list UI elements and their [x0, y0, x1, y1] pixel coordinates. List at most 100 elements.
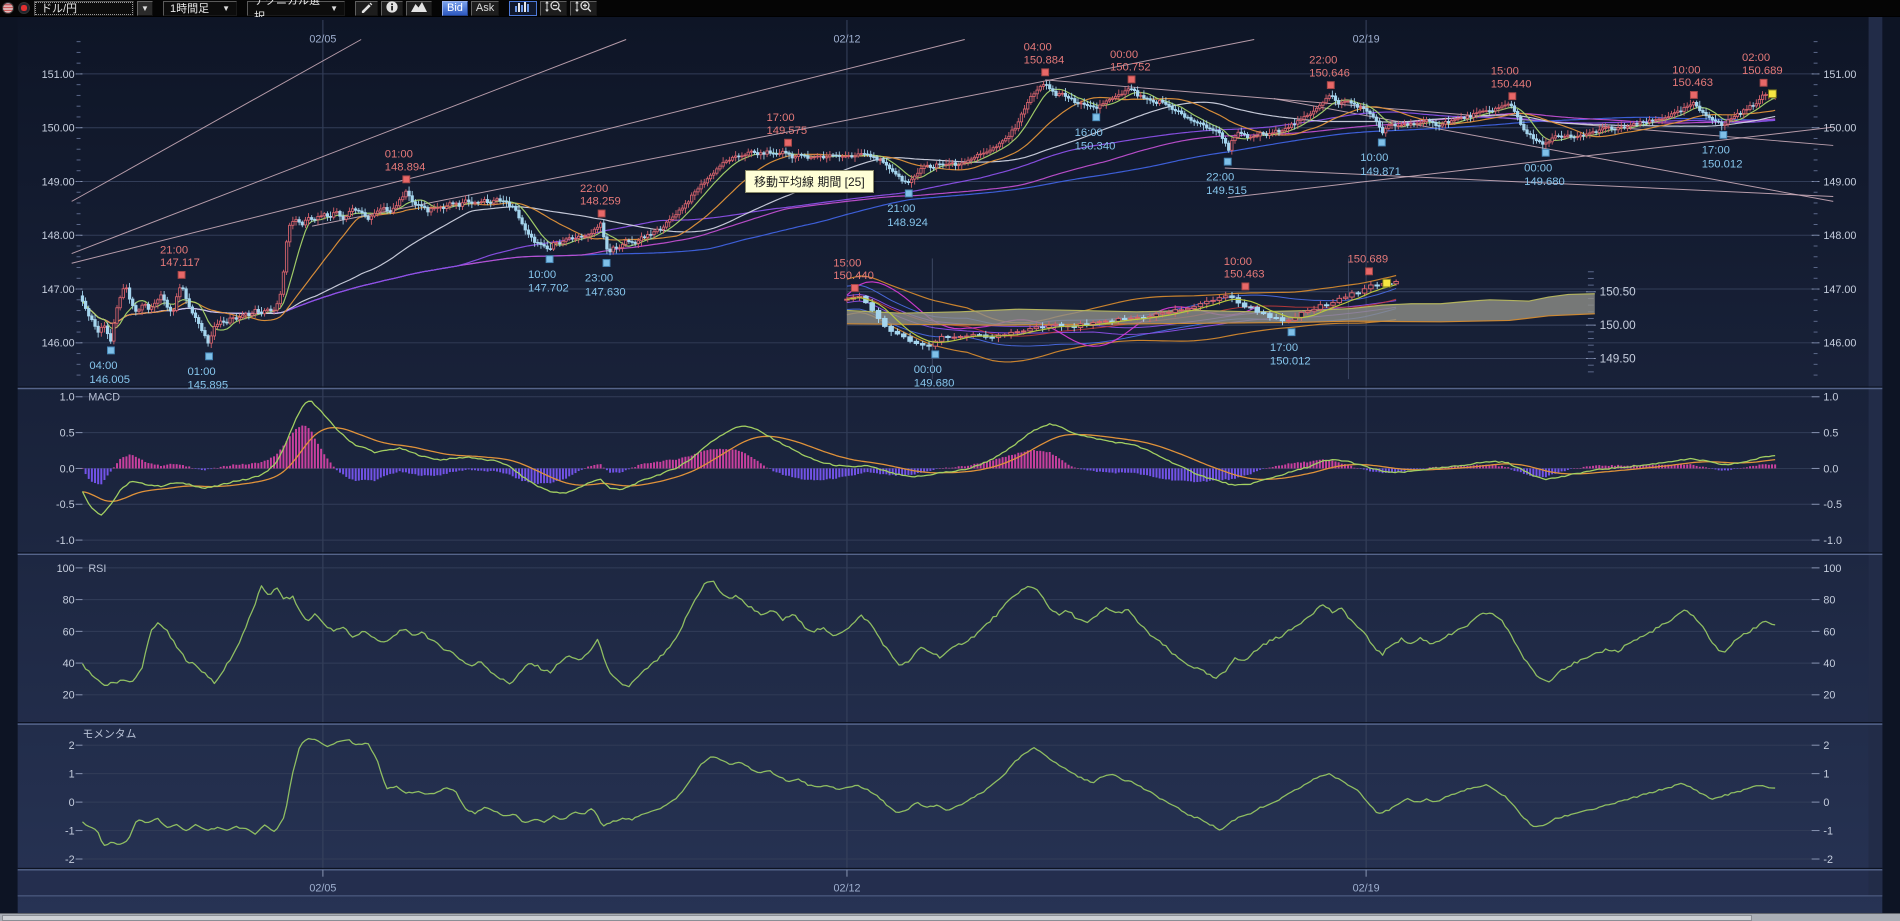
- us-flag-icon: [2, 2, 14, 14]
- scrollbar-thumb[interactable]: [2, 915, 1752, 921]
- svg-text:146.00: 146.00: [1823, 338, 1856, 350]
- svg-text:80: 80: [1823, 595, 1835, 607]
- svg-text:01:00: 01:00: [385, 149, 413, 161]
- chart-area[interactable]: 151.00151.00150.00150.00149.00149.00148.…: [0, 17, 1900, 913]
- currency-pair-dropdown-button[interactable]: ▼: [137, 1, 153, 16]
- svg-text:2: 2: [69, 740, 75, 752]
- svg-text:147.630: 147.630: [585, 286, 626, 298]
- zoom-out-vertical-button[interactable]: [540, 1, 567, 16]
- svg-text:149.515: 149.515: [1206, 185, 1247, 197]
- svg-text:151.00: 151.00: [42, 69, 75, 81]
- svg-text:150.646: 150.646: [1309, 67, 1350, 79]
- svg-text:15:00: 15:00: [833, 257, 861, 269]
- svg-text:-0.5: -0.5: [56, 499, 75, 511]
- svg-text:0.0: 0.0: [60, 463, 75, 475]
- toolbar: ドル/円 ▼ 1時間足 ▼ テクニカル選択 ▼: [0, 0, 1900, 17]
- svg-text:150.689: 150.689: [1347, 253, 1388, 265]
- chevron-down-icon: ▼: [222, 4, 230, 13]
- svg-text:149.50: 149.50: [1600, 352, 1636, 365]
- chevron-down-icon: ▼: [330, 4, 338, 13]
- current-price-marker: [1768, 90, 1776, 98]
- svg-text:00:00: 00:00: [914, 364, 942, 376]
- svg-text:100: 100: [1823, 563, 1841, 575]
- svg-text:146.00: 146.00: [42, 338, 75, 350]
- svg-text:149.871: 149.871: [1360, 166, 1401, 178]
- svg-text:148.00: 148.00: [42, 230, 75, 242]
- svg-text:150.012: 150.012: [1270, 356, 1311, 368]
- svg-text:1: 1: [69, 769, 75, 781]
- svg-text:10:00: 10:00: [1360, 152, 1388, 164]
- svg-text:16:00: 16:00: [1075, 127, 1103, 139]
- zoom-in-vertical-button[interactable]: [570, 1, 597, 16]
- volume-bars-button[interactable]: [509, 1, 537, 16]
- info-button[interactable]: [381, 1, 403, 16]
- ask-button[interactable]: Ask: [471, 1, 499, 16]
- svg-text:150.463: 150.463: [1224, 269, 1265, 281]
- svg-text:0: 0: [69, 797, 75, 809]
- draw-tool-button[interactable]: [355, 1, 378, 16]
- svg-text:60: 60: [63, 626, 75, 638]
- fx-chart-window: ドル/円 ▼ 1時間足 ▼ テクニカル選択 ▼: [0, 0, 1900, 921]
- svg-text:147.00: 147.00: [1823, 284, 1856, 296]
- svg-text:150.440: 150.440: [833, 270, 874, 282]
- svg-text:150.00: 150.00: [1600, 319, 1636, 332]
- svg-text:17:00: 17:00: [766, 112, 794, 124]
- svg-text:0: 0: [1823, 797, 1829, 809]
- svg-text:150.752: 150.752: [1110, 62, 1151, 74]
- svg-text:-1.0: -1.0: [1823, 535, 1842, 547]
- svg-text:21:00: 21:00: [887, 203, 915, 215]
- svg-text:1.0: 1.0: [60, 392, 75, 404]
- svg-text:100: 100: [57, 563, 75, 575]
- svg-text:151.00: 151.00: [1823, 69, 1856, 81]
- info-icon: [386, 1, 398, 16]
- svg-text:22:00: 22:00: [1309, 55, 1337, 67]
- svg-text:22:00: 22:00: [1206, 171, 1234, 183]
- svg-text:60: 60: [1823, 626, 1835, 638]
- currency-pair-select[interactable]: ドル/円: [34, 1, 134, 16]
- svg-text:-1.0: -1.0: [56, 535, 75, 547]
- svg-text:148.00: 148.00: [1823, 230, 1856, 242]
- timeframe-label: 1時間足: [170, 0, 209, 16]
- svg-text:-2: -2: [1823, 854, 1833, 866]
- svg-text:150.463: 150.463: [1672, 77, 1713, 89]
- svg-text:0.5: 0.5: [60, 428, 75, 440]
- zoom-out-icon: [545, 0, 562, 16]
- technical-select[interactable]: テクニカル選択 ▼: [247, 1, 345, 16]
- inset-current-price-marker: [1383, 279, 1391, 287]
- svg-text:00:00: 00:00: [1110, 49, 1138, 61]
- svg-text:モメンタム: モメンタム: [82, 728, 136, 740]
- svg-text:80: 80: [63, 595, 75, 607]
- svg-text:147.702: 147.702: [528, 283, 569, 295]
- svg-text:145.895: 145.895: [187, 380, 228, 392]
- pencil-icon: [360, 1, 373, 16]
- svg-text:RSI: RSI: [88, 563, 106, 575]
- svg-text:150.00: 150.00: [42, 123, 75, 135]
- bars-icon: [514, 1, 532, 15]
- svg-text:-0.5: -0.5: [1823, 499, 1842, 511]
- svg-text:148.894: 148.894: [385, 161, 426, 173]
- svg-text:149.00: 149.00: [1823, 176, 1856, 188]
- svg-text:149.680: 149.680: [1524, 176, 1565, 188]
- svg-text:02/05: 02/05: [309, 882, 336, 894]
- svg-text:-1: -1: [1823, 825, 1833, 837]
- svg-text:149.680: 149.680: [914, 378, 955, 390]
- svg-text:146.005: 146.005: [89, 374, 130, 386]
- svg-text:21:00: 21:00: [160, 244, 188, 256]
- svg-text:02/19: 02/19: [1353, 882, 1380, 894]
- svg-text:23:00: 23:00: [585, 273, 613, 285]
- horizontal-scrollbar[interactable]: [0, 913, 1900, 921]
- svg-text:149.575: 149.575: [766, 125, 807, 137]
- chart-canvas[interactable]: 151.00151.00150.00150.00149.00149.00148.…: [0, 17, 1900, 913]
- svg-text:02/12: 02/12: [833, 34, 860, 46]
- svg-text:22:00: 22:00: [580, 183, 608, 195]
- zoom-in-icon: [575, 0, 592, 16]
- svg-text:147.00: 147.00: [42, 284, 75, 296]
- svg-text:MACD: MACD: [88, 392, 120, 404]
- chart-style-button[interactable]: [406, 1, 432, 16]
- svg-text:04:00: 04:00: [1024, 42, 1052, 54]
- svg-text:04:00: 04:00: [89, 360, 117, 372]
- bid-button[interactable]: Bid: [442, 1, 468, 16]
- currency-pair-label: ドル/円: [41, 0, 77, 16]
- svg-text:02/19: 02/19: [1353, 34, 1380, 46]
- timeframe-select[interactable]: 1時間足 ▼: [163, 1, 237, 16]
